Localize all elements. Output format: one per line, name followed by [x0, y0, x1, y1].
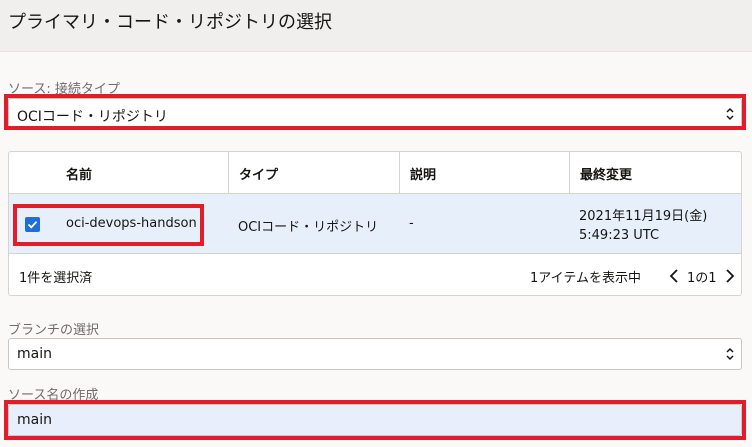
repository-name[interactable]: oci-devops-handson [66, 216, 197, 231]
column-header-description[interactable]: 説明 [399, 152, 569, 194]
source-name-value: main [17, 412, 52, 428]
repository-type: OCIコード・リポジトリ [238, 220, 379, 235]
last-modified-date: 2021年11月19日(金) [579, 209, 708, 224]
items-shown: 1アイテムを表示中 [530, 271, 641, 286]
page-title: プライマリ・コード・リポジトリの選択 [8, 12, 332, 33]
column-header-name[interactable]: 名前 [9, 152, 228, 194]
table-footer: 1件を選択済 1アイテムを表示中 1の1 [9, 255, 741, 295]
chevron-up-down-icon [726, 347, 734, 361]
branch-select[interactable]: main [8, 338, 742, 370]
checkmark-icon [27, 221, 38, 229]
row-select-checkbox[interactable] [25, 217, 40, 232]
source-name-input[interactable]: main [8, 404, 742, 436]
chevron-left-icon[interactable] [669, 268, 679, 284]
source-name-label: ソース名の作成 [8, 388, 99, 403]
chevron-right-icon[interactable] [725, 268, 735, 284]
repository-table: 名前 タイプ 説明 最終変更 oci-devops-handson OCIコード… [8, 151, 742, 296]
column-header-last-modified[interactable]: 最終変更 [569, 152, 741, 194]
branch-value: main [17, 346, 52, 362]
source-type-select[interactable]: OCIコード・リポジトリ [8, 98, 742, 130]
table-header: 名前 タイプ 説明 最終変更 [9, 152, 741, 194]
page-header: プライマリ・コード・リポジトリの選択 [0, 0, 752, 52]
selected-count: 1件を選択済 [19, 271, 93, 286]
source-type-label: ソース: 接続タイプ [8, 82, 120, 97]
branch-label: ブランチの選択 [8, 323, 100, 338]
last-modified-time: 5:49:23 UTC [579, 228, 660, 243]
repository-description: - [409, 216, 414, 231]
column-header-type[interactable]: タイプ [228, 152, 399, 194]
chevron-up-down-icon [726, 107, 734, 121]
source-type-value: OCIコード・リポジトリ [17, 109, 168, 125]
table-row[interactable]: oci-devops-handson OCIコード・リポジトリ - 2021年1… [9, 194, 741, 254]
page-indicator: 1の1 [687, 271, 717, 286]
